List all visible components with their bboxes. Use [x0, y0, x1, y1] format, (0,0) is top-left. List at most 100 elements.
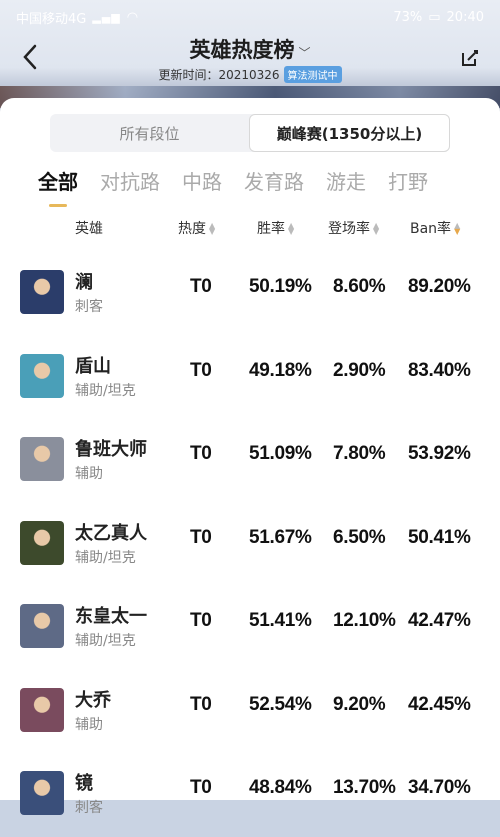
- table-row[interactable]: 东皇太一 辅助/坦克 T0 51.41% 12.10% 42.47%: [0, 586, 500, 670]
- tab-jungle[interactable]: 打野: [388, 166, 428, 206]
- segment-all-ranks[interactable]: 所有段位: [50, 114, 249, 152]
- win-rate: 51.67%: [249, 526, 312, 548]
- sort-icon: ▲ ▼: [209, 221, 216, 236]
- tab-mid-lane[interactable]: 中路: [182, 166, 222, 206]
- status-badge: 算法测试中: [283, 66, 342, 83]
- col-winrate[interactable]: 胜率 ▲ ▼: [257, 218, 294, 238]
- hero-role: 辅助: [75, 466, 103, 482]
- hero-name: 鲁班大师: [75, 439, 147, 460]
- ban-rate: 89.20%: [408, 276, 471, 297]
- pick-rate: 6.50%: [333, 526, 386, 548]
- active-tab-indicator: [49, 204, 67, 207]
- col-pickrate[interactable]: 登场率 ▲ ▼: [328, 218, 379, 238]
- hero-name: 太乙真人: [75, 522, 147, 544]
- app-header: 英雄热度榜 ﹀ 更新时间：20210326 算法测试中: [0, 34, 500, 86]
- tab-bottom-lane[interactable]: 发育路: [244, 166, 304, 206]
- clock: 20:40: [446, 9, 484, 25]
- win-rate: 51.09%: [249, 443, 312, 464]
- hero-role: 刺客: [75, 800, 103, 816]
- col-banrate-label: Ban率: [410, 221, 452, 237]
- battery-percent: 73%: [393, 9, 423, 25]
- table-row[interactable]: 太乙真人 辅助/坦克 T0 51.67% 6.50% 50.41%: [0, 503, 500, 587]
- update-info: 更新时间：20210326 算法测试中: [0, 66, 500, 83]
- hero-avatar: [20, 771, 64, 815]
- col-winrate-label: 胜率: [257, 221, 285, 237]
- carrier-label: 中国移动4G: [16, 11, 87, 27]
- hero-name: 东皇太一: [75, 606, 147, 627]
- hero-avatar: [20, 520, 64, 565]
- tab-roam[interactable]: 游走: [326, 166, 366, 206]
- hero-role: 辅助/坦克: [75, 633, 136, 649]
- tab-label: 全部: [38, 170, 78, 194]
- updated-date: 20210326: [218, 68, 280, 82]
- ban-rate: 42.45%: [408, 693, 471, 715]
- status-bar: 中国移动4G ▂▄▆ ◠ 73% ▭ 20:40: [0, 0, 500, 34]
- battery-icon: ▭: [428, 9, 441, 25]
- hero-name: 大乔: [75, 689, 111, 711]
- sort-icon: ▲ ▼: [288, 221, 295, 236]
- pick-rate: 2.90%: [333, 359, 386, 381]
- pick-rate: 7.80%: [333, 443, 386, 464]
- segment-peak[interactable]: 巅峰赛(1350分以上): [249, 114, 450, 152]
- col-hero: 英雄: [75, 221, 103, 237]
- edit-icon[interactable]: [460, 48, 480, 68]
- hero-role: 辅助/坦克: [75, 549, 136, 566]
- pick-rate: 9.20%: [333, 693, 386, 715]
- updated-label: 更新时间：: [158, 68, 219, 82]
- ban-rate: 34.70%: [408, 777, 471, 798]
- hero-avatar: [20, 270, 64, 314]
- title-dropdown[interactable]: 英雄热度榜 ﹀: [0, 34, 500, 64]
- sort-icon: ▲ ▼: [454, 221, 461, 236]
- heat-tier: T0: [190, 359, 212, 381]
- win-rate: 51.41%: [249, 610, 312, 631]
- win-rate: 49.18%: [249, 359, 312, 381]
- table-header: 英雄 热度 ▲ ▼ 胜率 ▲ ▼ 登场率 ▲ ▼ Ban率 ▲ ▼: [0, 218, 500, 242]
- hero-role: 刺客: [75, 299, 103, 315]
- table-row[interactable]: 大乔 辅助 T0 52.54% 9.20% 42.45%: [0, 670, 500, 754]
- hero-role: 辅助: [75, 716, 103, 733]
- win-rate: 50.19%: [249, 276, 312, 297]
- heat-tier: T0: [190, 276, 212, 297]
- ban-rate: 50.41%: [408, 526, 471, 548]
- hero-name: 澜: [75, 272, 93, 293]
- pick-rate: 12.10%: [333, 610, 396, 631]
- col-heat[interactable]: 热度 ▲ ▼: [178, 218, 215, 238]
- hero-list: 澜 刺客 T0 50.19% 8.60% 89.20% 盾山 辅助/坦克 T0 …: [0, 252, 500, 837]
- hero-avatar: [20, 437, 64, 481]
- table-row[interactable]: 盾山 辅助/坦克 T0 49.18% 2.90% 83.40%: [0, 336, 500, 420]
- tab-top-lane[interactable]: 对抗路: [100, 166, 160, 206]
- hero-role: 辅助/坦克: [75, 382, 136, 399]
- wifi-icon: ◠: [126, 9, 139, 25]
- col-pickrate-label: 登场率: [328, 221, 370, 237]
- table-row[interactable]: 澜 刺客 T0 50.19% 8.60% 89.20%: [0, 252, 500, 336]
- col-heat-label: 热度: [178, 221, 206, 237]
- pick-rate: 13.70%: [333, 777, 396, 798]
- chevron-down-icon: ﹀: [298, 46, 311, 60]
- hero-name: 镜: [75, 773, 93, 794]
- hero-avatar: [20, 604, 64, 648]
- heat-tier: T0: [190, 526, 212, 548]
- col-banrate[interactable]: Ban率 ▲ ▼: [410, 218, 460, 238]
- ban-rate: 53.92%: [408, 443, 471, 464]
- heat-tier: T0: [190, 693, 212, 715]
- signal-icon: ▂▄▆: [92, 10, 121, 24]
- hero-name: 盾山: [75, 355, 111, 377]
- pick-rate: 8.60%: [333, 276, 386, 297]
- ban-rate: 83.40%: [408, 359, 471, 381]
- ranking-card: 所有段位 巅峰赛(1350分以上) 全部 对抗路 中路 发育路 游走 打野 英雄…: [0, 98, 500, 816]
- win-rate: 48.84%: [249, 777, 312, 798]
- hero-avatar: [20, 687, 64, 732]
- heat-tier: T0: [190, 443, 212, 464]
- hero-avatar: [20, 353, 64, 398]
- tab-all[interactable]: 全部: [38, 166, 78, 207]
- sort-icon: ▲ ▼: [373, 221, 380, 236]
- heat-tier: T0: [190, 777, 212, 798]
- win-rate: 52.54%: [249, 693, 312, 715]
- position-tabs: 全部 对抗路 中路 发育路 游走 打野: [38, 166, 478, 207]
- table-row[interactable]: 鲁班大师 辅助 T0 51.09% 7.80% 53.92%: [0, 419, 500, 503]
- table-row[interactable]: 镜 刺客 T0 48.84% 13.70% 34.70%: [0, 753, 500, 837]
- page-title: 英雄热度榜: [189, 38, 295, 62]
- heat-tier: T0: [190, 610, 212, 631]
- ban-rate: 42.47%: [408, 610, 471, 631]
- rank-segment-control: 所有段位 巅峰赛(1350分以上): [50, 114, 450, 152]
